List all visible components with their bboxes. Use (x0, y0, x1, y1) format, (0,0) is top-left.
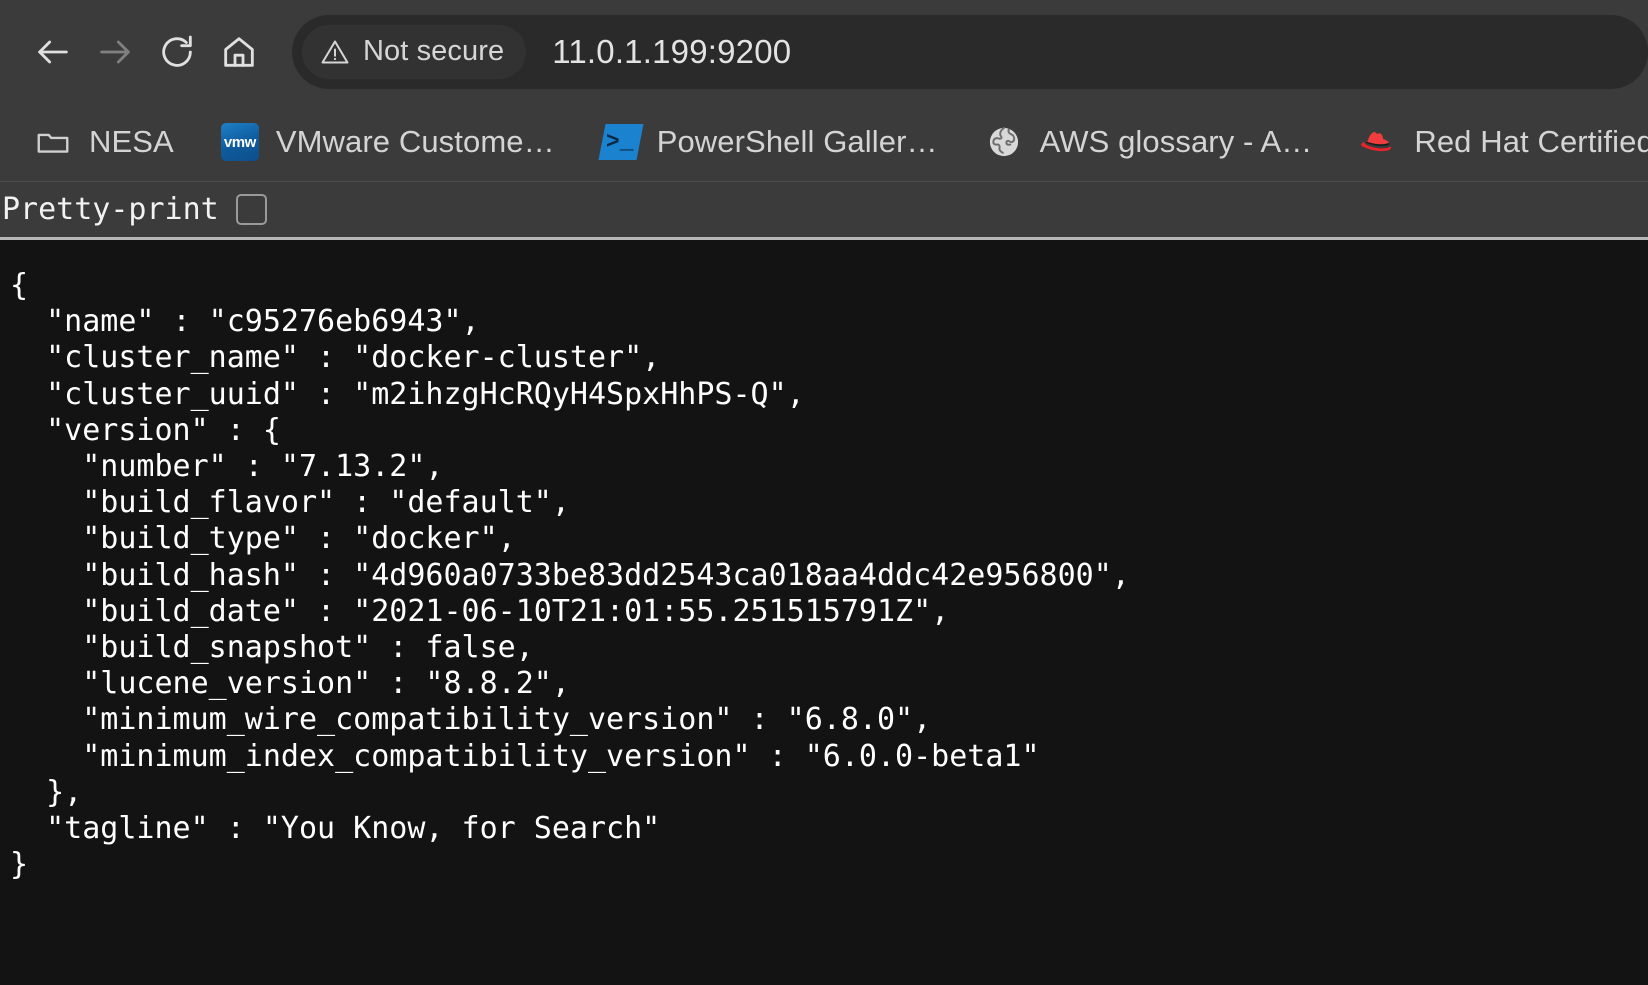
bookmark-aws-glossary[interactable]: AWS glossary - A… (977, 115, 1321, 169)
bookmark-powershell-gallery[interactable]: >_ PowerShell Galler… (594, 115, 946, 169)
bookmark-label: VMware Custome… (275, 124, 555, 159)
site-security-chip[interactable]: Not secure (302, 24, 527, 79)
json-response-body: { "name" : "c95276eb6943", "cluster_name… (10, 268, 1130, 883)
folder-icon (34, 123, 72, 161)
url-text[interactable]: 11.0.1.199:9200 (552, 33, 791, 71)
browser-toolbar: Not secure 11.0.1.199:9200 (0, 0, 1648, 103)
warning-triangle-icon (321, 40, 349, 63)
pretty-print-checkbox[interactable] (235, 194, 267, 225)
vmware-favicon-text: vmw (220, 123, 259, 161)
powershell-prompt-glyph: >_ (605, 128, 634, 155)
json-response-viewer: { "name" : "c95276eb6943", "cluster_name… (0, 240, 1648, 981)
home-icon (224, 36, 254, 67)
reload-button[interactable] (146, 21, 208, 83)
forward-button[interactable] (84, 21, 146, 83)
back-button[interactable] (22, 21, 84, 83)
forward-arrow-icon (100, 40, 130, 63)
bookmarks-bar: NESA vmw VMware Custome… >_ PowerShell G… (0, 103, 1648, 182)
reload-icon (162, 35, 192, 67)
vmware-favicon-icon: vmw (220, 123, 259, 161)
address-bar[interactable]: Not secure 11.0.1.199:9200 (292, 14, 1648, 89)
bookmark-label: Red Hat Certified… (1414, 124, 1648, 159)
redhat-favicon-icon (1359, 123, 1397, 161)
browser-chrome: Not secure 11.0.1.199:9200 NESA vmw VMwa… (0, 0, 1648, 182)
bookmark-nesa[interactable]: NESA (26, 115, 182, 169)
bookmark-red-hat-certified[interactable]: Red Hat Certified… (1351, 115, 1648, 169)
powershell-favicon-shape: >_ (598, 124, 644, 160)
back-arrow-icon (38, 40, 68, 63)
bookmark-label: PowerShell Galler… (656, 124, 938, 159)
powershell-favicon-icon: >_ (598, 123, 644, 161)
pretty-print-label: Pretty-print (2, 192, 219, 227)
globe-favicon-icon (985, 123, 1023, 161)
pretty-print-bar: Pretty-print (0, 182, 1648, 240)
bookmark-vmware-customer[interactable]: vmw VMware Custome… (213, 115, 563, 169)
home-button[interactable] (208, 21, 270, 83)
bookmark-label: NESA (89, 124, 174, 159)
security-status-label: Not secure (363, 35, 505, 67)
bookmark-label: AWS glossary - A… (1039, 124, 1313, 159)
